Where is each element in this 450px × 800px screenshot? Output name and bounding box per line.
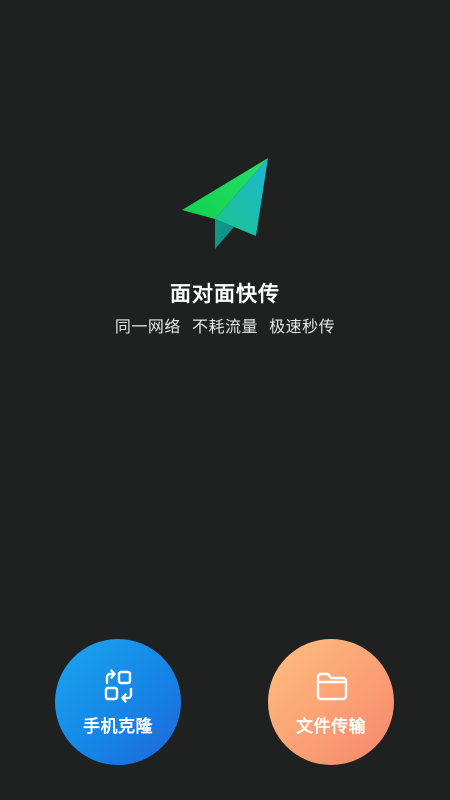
feature-subtitle: 同一网络 不耗流量 极速秒传	[114, 317, 336, 336]
phone-clone-button[interactable]: 手机克隆	[55, 639, 181, 765]
folder-icon	[316, 672, 348, 701]
phone-clone-label: 手机克隆	[83, 717, 153, 737]
paper-plane-icon	[182, 158, 268, 249]
file-transfer-label: 文件传输	[296, 717, 366, 737]
feature-title: 面对面快传	[170, 282, 280, 306]
face-to-face-transfer-screen: 面对面快传 同一网络 不耗流量 极速秒传 手机克隆 文件传输	[0, 0, 450, 800]
file-transfer-button[interactable]: 文件传输	[268, 639, 394, 765]
phone-clone-icon	[104, 669, 133, 703]
